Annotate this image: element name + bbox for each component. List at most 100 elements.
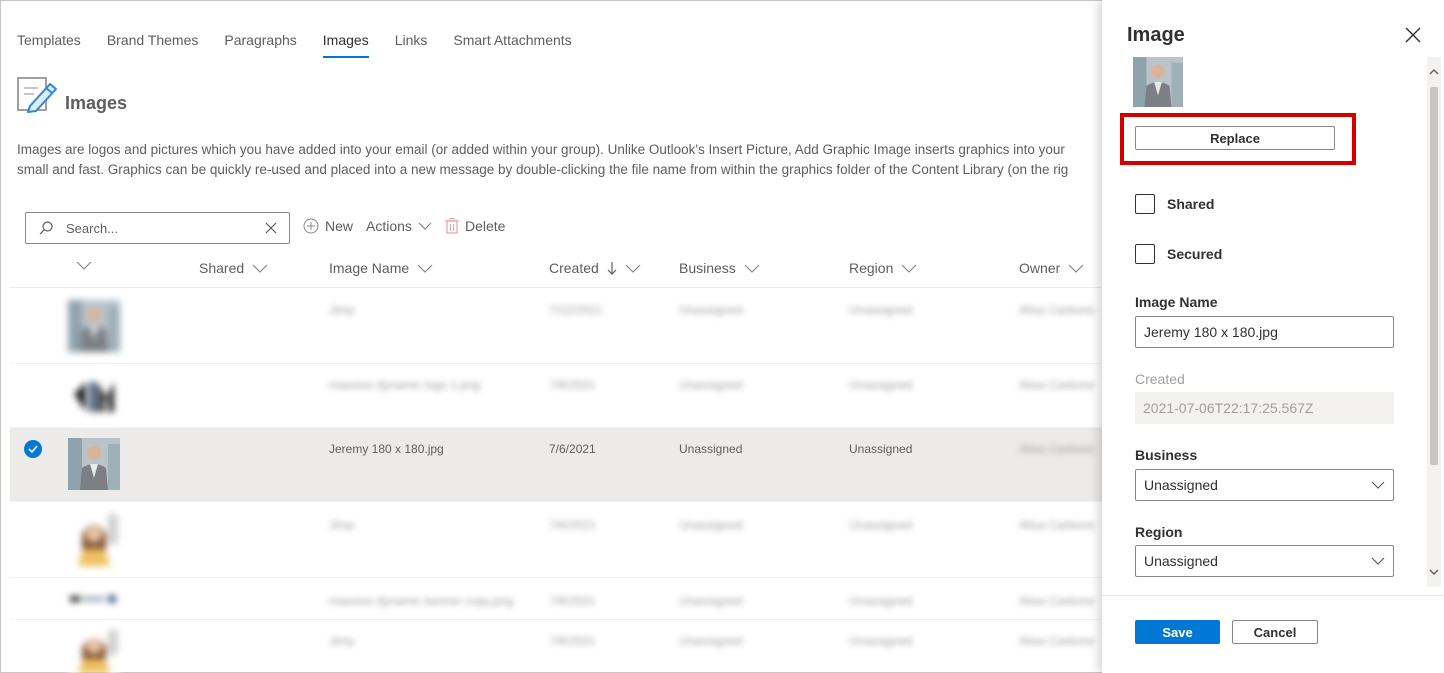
search-input[interactable] <box>66 220 253 236</box>
row-created: 7/6/2021 <box>549 634 596 648</box>
row-image-name: Jimp <box>329 518 355 532</box>
tab-smart-attachments[interactable]: Smart Attachments <box>453 32 571 58</box>
column-business-label: Business <box>679 260 736 276</box>
row-image-name: Jimp <box>329 634 355 648</box>
add-icon <box>303 218 319 234</box>
row-region: Unassigned <box>849 634 913 648</box>
row-owner: Alisa Carbone <box>1019 518 1095 532</box>
row-thumbnail <box>68 438 120 490</box>
chevron-down-icon <box>1371 557 1385 565</box>
secured-checkbox-label: Secured <box>1167 246 1223 262</box>
column-shared-label: Shared <box>199 260 245 276</box>
tab-templates[interactable]: Templates <box>17 32 81 58</box>
save-button[interactable]: Save <box>1135 620 1220 644</box>
chevron-down-icon <box>417 264 433 273</box>
row-selected-check-icon[interactable] <box>24 440 42 458</box>
replace-button[interactable]: Replace <box>1135 126 1335 150</box>
business-dropdown-value: Unassigned <box>1144 477 1218 493</box>
created-field: 2021-07-06T22:17:25.567Z <box>1135 392 1394 424</box>
table-header: Shared Image Name Created Business Regio… <box>10 250 1102 288</box>
column-owner[interactable]: Owner <box>1019 260 1084 276</box>
shared-checkbox-label: Shared <box>1167 196 1215 212</box>
column-region[interactable]: Region <box>849 260 917 276</box>
column-business[interactable]: Business <box>679 260 760 276</box>
row-owner: Alisa Carbone <box>1019 442 1095 456</box>
actions-button[interactable]: Actions <box>366 218 432 234</box>
search-box <box>25 212 290 244</box>
created-label: Created <box>1135 371 1185 387</box>
page-title: Images <box>65 93 128 113</box>
panel-scrollbar[interactable] <box>1427 57 1441 587</box>
description-line-2: small and fast. Graphics can be quickly … <box>17 162 1069 177</box>
tab-images[interactable]: Images <box>322 32 369 58</box>
column-region-label: Region <box>849 260 894 276</box>
row-created: 7/6/2021 <box>549 378 596 392</box>
new-button[interactable]: New <box>303 218 353 234</box>
clear-search-icon[interactable] <box>253 222 289 234</box>
image-name-field[interactable] <box>1135 316 1394 348</box>
chevron-down-icon <box>76 261 92 270</box>
delete-button[interactable]: Delete <box>445 218 505 234</box>
row-thumbnail <box>68 514 120 566</box>
row-thumbnail <box>68 584 120 614</box>
row-thumbnail <box>68 300 120 352</box>
business-dropdown[interactable]: Unassigned <box>1135 469 1394 501</box>
row-created: 7/12/2021 <box>549 303 603 317</box>
scroll-down-icon[interactable] <box>1429 567 1439 577</box>
row-business: Unassigned <box>679 634 743 648</box>
column-shared[interactable]: Shared <box>199 260 268 276</box>
table-row[interactable]: Jimp 7/6/2021 Unassigned Unassigned Alis… <box>10 502 1102 578</box>
row-owner: Alisa Carbone <box>1019 634 1095 648</box>
row-region: Unassigned <box>849 518 913 532</box>
row-owner: Alisa Carbone <box>1019 594 1095 608</box>
tab-links[interactable]: Links <box>395 32 428 58</box>
row-created: 7/6/2021 <box>549 442 596 456</box>
shared-checkbox-box[interactable] <box>1135 194 1155 214</box>
row-region: Unassigned <box>849 303 913 317</box>
row-business: Unassigned <box>679 378 743 392</box>
tab-brand-themes[interactable]: Brand Themes <box>107 32 199 58</box>
column-created-label: Created <box>549 260 599 276</box>
row-image-name: Jimp <box>329 303 355 317</box>
table-row[interactable]: massive dynamic logo 1.png 7/6/2021 Unas… <box>10 364 1102 428</box>
top-nav-tabs: Templates Brand Themes Paragraphs Images… <box>17 32 598 58</box>
cancel-button[interactable]: Cancel <box>1232 620 1318 644</box>
chevron-down-icon <box>1068 264 1084 273</box>
chevron-down-icon <box>418 222 432 230</box>
trash-icon <box>445 218 459 234</box>
table-row[interactable]: Jimp 7/6/2021 Unassigned Unassigned Alis… <box>10 620 1102 673</box>
select-column-menu[interactable] <box>76 260 92 270</box>
chevron-down-icon <box>901 264 917 273</box>
region-dropdown[interactable]: Unassigned <box>1135 545 1394 577</box>
tab-paragraphs[interactable]: Paragraphs <box>224 32 296 58</box>
chevron-down-icon <box>252 264 268 273</box>
row-business: Unassigned <box>679 442 743 456</box>
image-edit-icon <box>17 77 57 113</box>
column-image-name[interactable]: Image Name <box>329 260 433 276</box>
row-thumbnail <box>68 630 120 673</box>
description-line-1: Images are logos and pictures which you … <box>17 142 1065 157</box>
actions-label: Actions <box>366 218 412 234</box>
table-row[interactable]: Jimp 7/12/2021 Unassigned Unassigned Ali… <box>10 289 1102 364</box>
row-business: Unassigned <box>679 594 743 608</box>
row-region: Unassigned <box>849 378 913 392</box>
row-thumbnail <box>68 372 120 424</box>
secured-checkbox[interactable]: Secured <box>1135 244 1222 264</box>
chevron-down-icon <box>625 264 641 273</box>
table-row[interactable]: massive dynamic banner copy.png 7/6/2021… <box>10 578 1102 620</box>
new-label: New <box>325 218 354 234</box>
scroll-up-icon[interactable] <box>1429 67 1439 77</box>
scrollbar-thumb[interactable] <box>1430 87 1438 465</box>
panel-footer-divider <box>1102 595 1444 596</box>
region-label: Region <box>1135 524 1183 540</box>
row-image-name: massive dynamic logo 1.png <box>329 378 481 392</box>
shared-checkbox[interactable]: Shared <box>1135 194 1214 214</box>
column-created[interactable]: Created <box>549 260 641 276</box>
page-description: Images are logos and pictures which you … <box>17 140 1102 180</box>
business-label: Business <box>1135 447 1198 463</box>
close-icon[interactable] <box>1404 26 1422 44</box>
table-row-selected[interactable]: Jeremy 180 x 180.jpg 7/6/2021 Unassigned… <box>10 428 1102 502</box>
secured-checkbox-box[interactable] <box>1135 244 1155 264</box>
column-image-name-label: Image Name <box>329 260 410 276</box>
row-image-name: Jeremy 180 x 180.jpg <box>329 442 444 456</box>
